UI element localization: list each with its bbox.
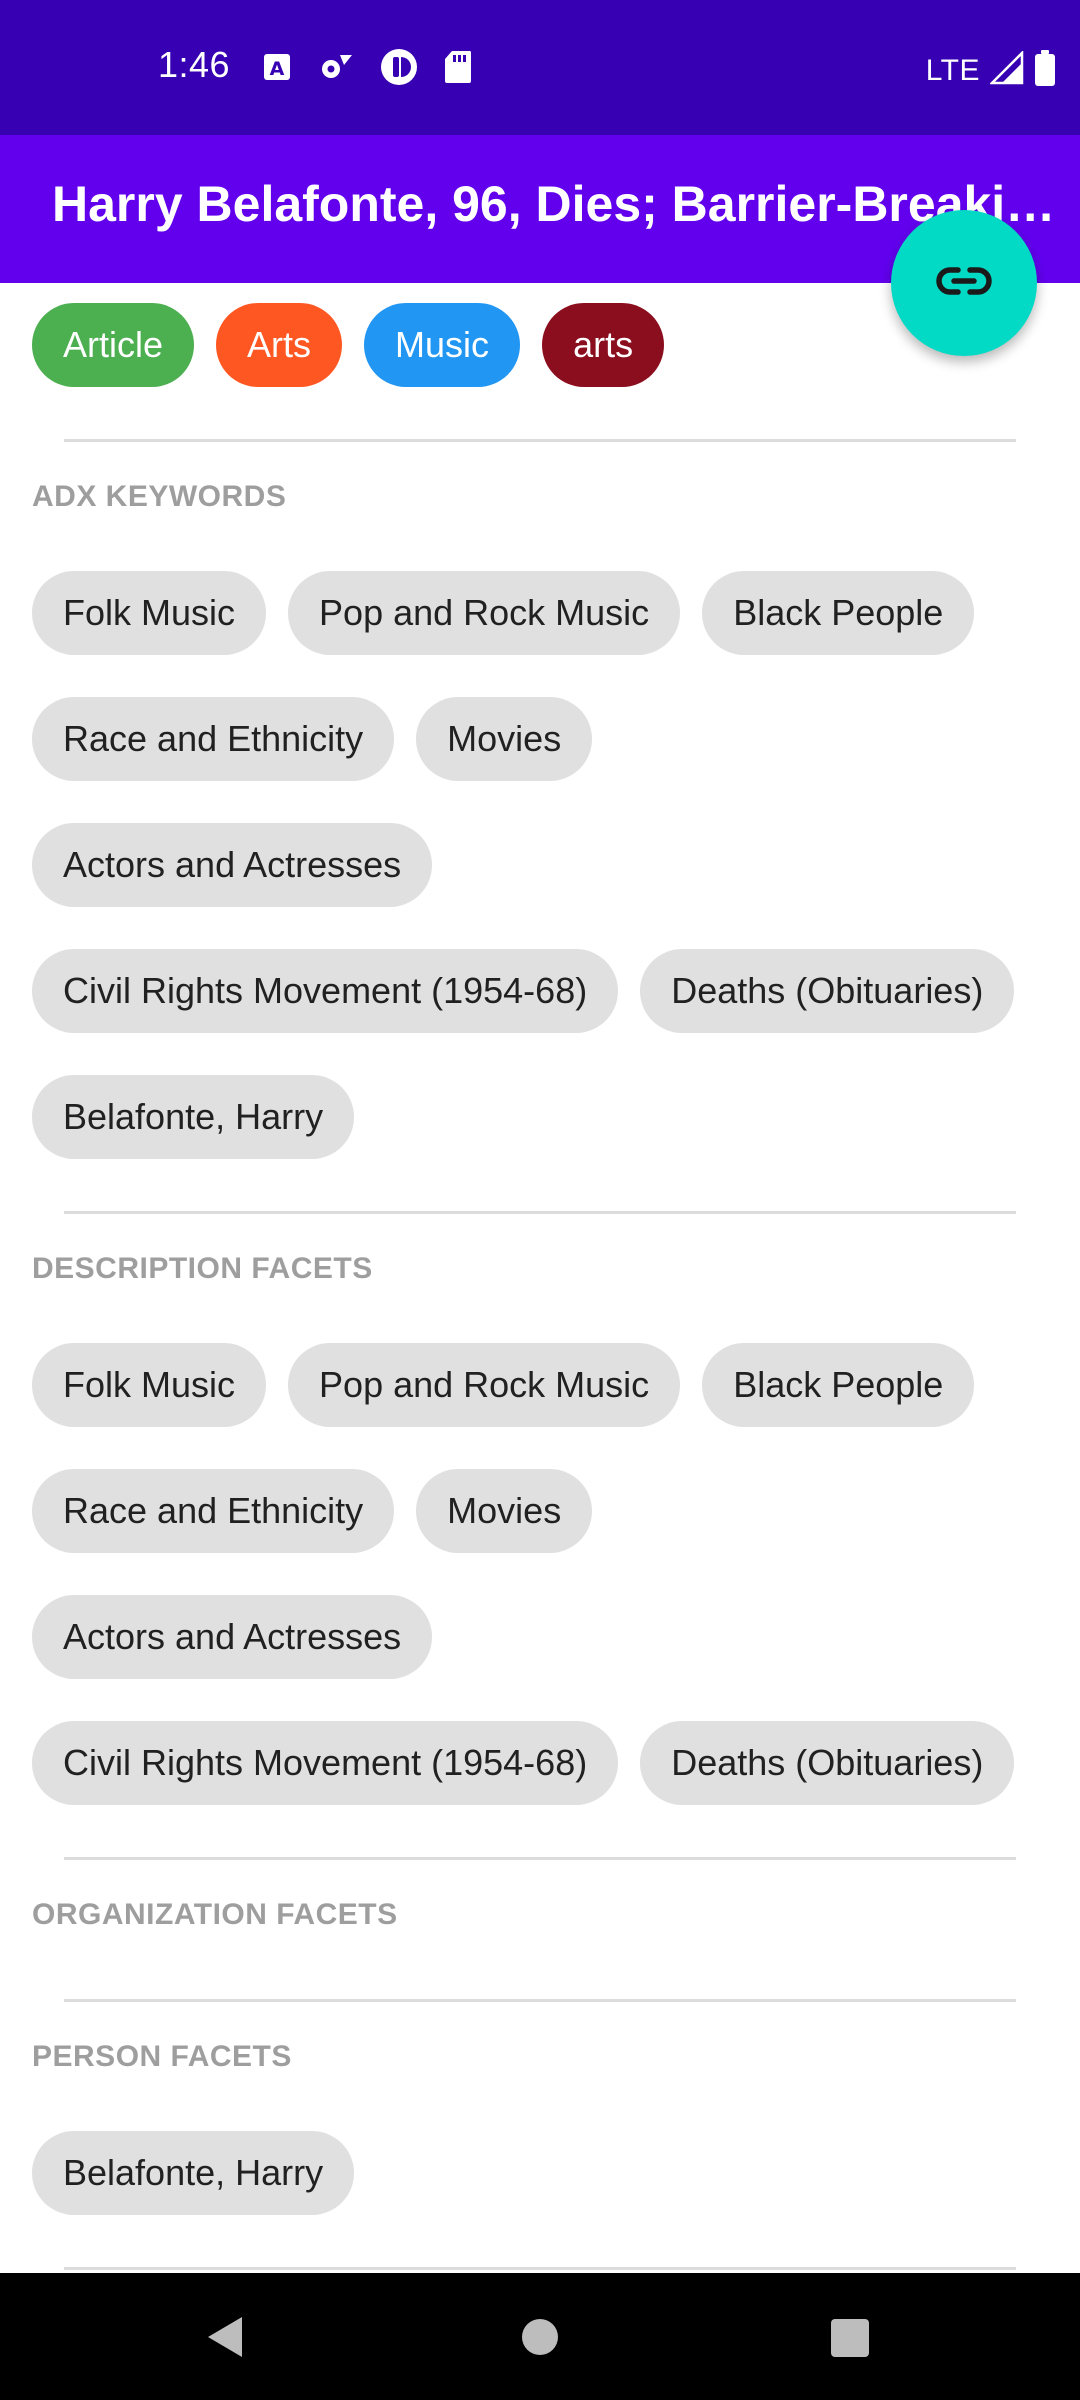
status-bar: 1:46 A LTE (0, 0, 1080, 135)
divider (64, 1999, 1016, 2002)
home-icon[interactable] (522, 2319, 558, 2355)
description-facet-chip[interactable]: Deaths (Obituaries) (640, 1721, 1015, 1805)
a-icon: A (262, 52, 292, 87)
adx-keyword-chip[interactable]: Race and Ethnicity (32, 697, 395, 781)
adx-keyword-chip[interactable]: Actors and Actresses (32, 823, 433, 907)
description-facet-chip[interactable]: Black People (702, 1343, 975, 1427)
category-chip-arts[interactable]: Arts (216, 303, 343, 387)
category-chip-article[interactable]: Article (32, 303, 195, 387)
section-label-adx-keywords: ADX KEYWORDS (32, 480, 287, 513)
status-time: 1:46 (158, 44, 231, 85)
section-label-person-facets: PERSON FACETS (32, 2040, 292, 2073)
description-facets-row: Civil Rights Movement (1954-68) Deaths (… (32, 1721, 1015, 1805)
description-facets-row: Race and Ethnicity Movies (32, 1469, 593, 1553)
divider (64, 1211, 1016, 1214)
category-chips: Article Arts Music arts (32, 303, 665, 387)
divider (64, 1857, 1016, 1860)
network-label: LTE (925, 53, 980, 87)
person-facet-chip[interactable]: Belafonte, Harry (32, 2131, 355, 2215)
description-facet-chip[interactable]: Movies (416, 1469, 593, 1553)
status-icons-right: LTE (925, 49, 1056, 91)
navigation-bar (0, 2273, 1080, 2400)
adx-keywords-row: Race and Ethnicity Movies (32, 697, 593, 781)
divider (64, 439, 1016, 442)
adx-keywords-row: Folk Music Pop and Rock Music Black Peop… (32, 571, 975, 655)
recents-icon[interactable] (831, 2319, 869, 2357)
description-facet-chip[interactable]: Actors and Actresses (32, 1595, 433, 1679)
vpn-icon (380, 48, 418, 91)
adx-keyword-chip[interactable]: Movies (416, 697, 593, 781)
description-facet-chip[interactable]: Civil Rights Movement (1954-68) (32, 1721, 619, 1805)
description-facet-chip[interactable]: Race and Ethnicity (32, 1469, 395, 1553)
adx-keywords-row: Actors and Actresses (32, 823, 433, 907)
settings-icon (318, 51, 354, 88)
signal-icon (988, 49, 1024, 90)
section-label-organization-facets: ORGANIZATION FACETS (32, 1898, 398, 1931)
description-facet-chip[interactable]: Folk Music (32, 1343, 267, 1427)
page-title: Harry Belafonte, 96, Dies; Barrier-Break… (52, 176, 1062, 232)
adx-keywords-row: Civil Rights Movement (1954-68) Deaths (… (32, 949, 1015, 1033)
sd-card-icon (444, 50, 472, 89)
divider (64, 2267, 1016, 2270)
description-facets-row: Folk Music Pop and Rock Music Black Peop… (32, 1343, 975, 1427)
category-chip-arts-lowercase[interactable]: arts (542, 303, 665, 387)
adx-keyword-chip[interactable]: Belafonte, Harry (32, 1075, 355, 1159)
adx-keyword-chip[interactable]: Folk Music (32, 571, 267, 655)
back-icon[interactable] (204, 2313, 246, 2366)
link-icon (936, 266, 992, 300)
adx-keyword-chip[interactable]: Pop and Rock Music (288, 571, 681, 655)
svg-text:A: A (270, 58, 285, 80)
description-facet-chip[interactable]: Pop and Rock Music (288, 1343, 681, 1427)
adx-keyword-chip[interactable]: Deaths (Obituaries) (640, 949, 1015, 1033)
open-link-button[interactable] (891, 210, 1037, 356)
status-icons-left: A (262, 48, 472, 91)
description-facets-row: Actors and Actresses (32, 1595, 433, 1679)
battery-icon (1034, 50, 1056, 91)
adx-keywords-row: Belafonte, Harry (32, 1075, 355, 1159)
adx-keyword-chip[interactable]: Civil Rights Movement (1954-68) (32, 949, 619, 1033)
category-chip-music[interactable]: Music (364, 303, 521, 387)
section-label-description-facets: DESCRIPTION FACETS (32, 1252, 373, 1285)
person-facets-row: Belafonte, Harry (32, 2131, 355, 2215)
article-details[interactable]: Article Arts Music arts ADX KEYWORDS Fol… (0, 283, 1080, 2273)
adx-keyword-chip[interactable]: Black People (702, 571, 975, 655)
